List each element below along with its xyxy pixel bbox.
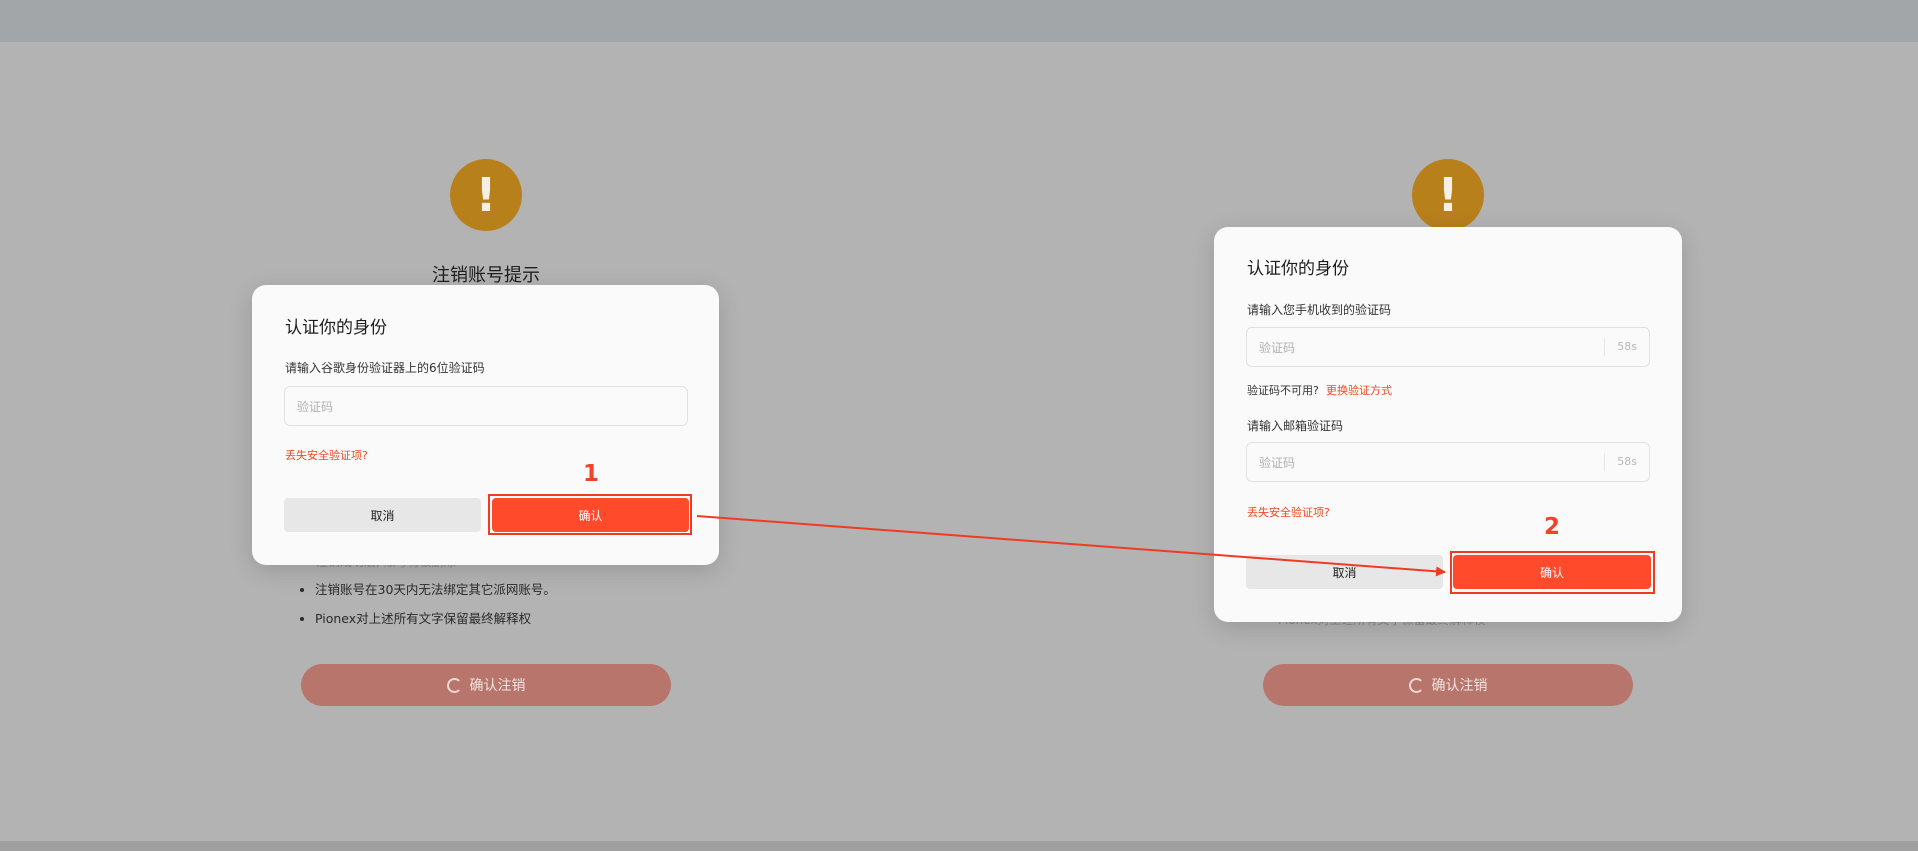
modal-title: 认证你的身份: [285, 318, 387, 338]
step1-highlight: [488, 494, 692, 535]
email-countdown: 58s: [1604, 453, 1649, 471]
cancel-button[interactable]: 取消: [284, 498, 481, 532]
lost-security-link[interactable]: 丢失安全验证项?: [285, 447, 368, 463]
notice-list: 注销账号在30天内无法绑定其它派网账号。 Pionex对上述所有文字保留最终解释…: [297, 575, 556, 633]
confirm-deregister-button[interactable]: 确认注销: [301, 664, 671, 706]
google-code-input[interactable]: [295, 387, 599, 427]
notice-item: 注销账号在30天内无法绑定其它派网账号。: [315, 575, 556, 604]
loading-spinner-icon: [1408, 677, 1424, 693]
phone-code-label: 请输入您手机收到的验证码: [1247, 303, 1392, 317]
bottom-bar: [0, 841, 1918, 851]
google-code-field[interactable]: [284, 386, 688, 427]
left-screen: ! 注销账号提示 注销成功后, 账号将被删除 注销账号在30天内无法绑定其它派网…: [0, 0, 959, 851]
phone-countdown: 58s: [1604, 338, 1649, 356]
warning-icon: !: [450, 159, 522, 231]
step2-highlight: [1450, 551, 1655, 594]
confirm-deregister-button[interactable]: 确认注销: [1263, 664, 1633, 706]
email-code-input[interactable]: [1257, 443, 1561, 483]
code-unavailable-text: 验证码不可用?: [1247, 384, 1319, 397]
confirm-deregister-label: 确认注销: [1431, 678, 1488, 694]
google-code-label: 请输入谷歌身份验证器上的6位验证码: [285, 361, 485, 375]
right-screen: ! Pionex对上述所有文字保留最终解释权 确认注销 认证你的身份 请输入您手…: [959, 0, 1918, 851]
cancel-button[interactable]: 取消: [1246, 555, 1443, 589]
modal-title: 认证你的身份: [1247, 259, 1349, 279]
page-title: 注销账号提示: [432, 265, 540, 286]
phone-code-field[interactable]: 58s: [1246, 327, 1650, 368]
phone-code-input[interactable]: [1257, 328, 1561, 368]
step1-number: 1: [583, 461, 600, 487]
notice-item: Pionex对上述所有文字保留最终解释权: [315, 604, 556, 633]
switch-method-link[interactable]: 更换验证方式: [1326, 382, 1392, 398]
loading-spinner-icon: [446, 677, 462, 693]
warning-icon: !: [1412, 159, 1484, 231]
email-code-field[interactable]: 58s: [1246, 442, 1650, 483]
step2-number: 2: [1544, 514, 1561, 540]
email-code-label: 请输入邮箱验证码: [1247, 419, 1344, 433]
lost-security-link[interactable]: 丢失安全验证项?: [1247, 504, 1330, 520]
confirm-deregister-label: 确认注销: [469, 678, 526, 694]
